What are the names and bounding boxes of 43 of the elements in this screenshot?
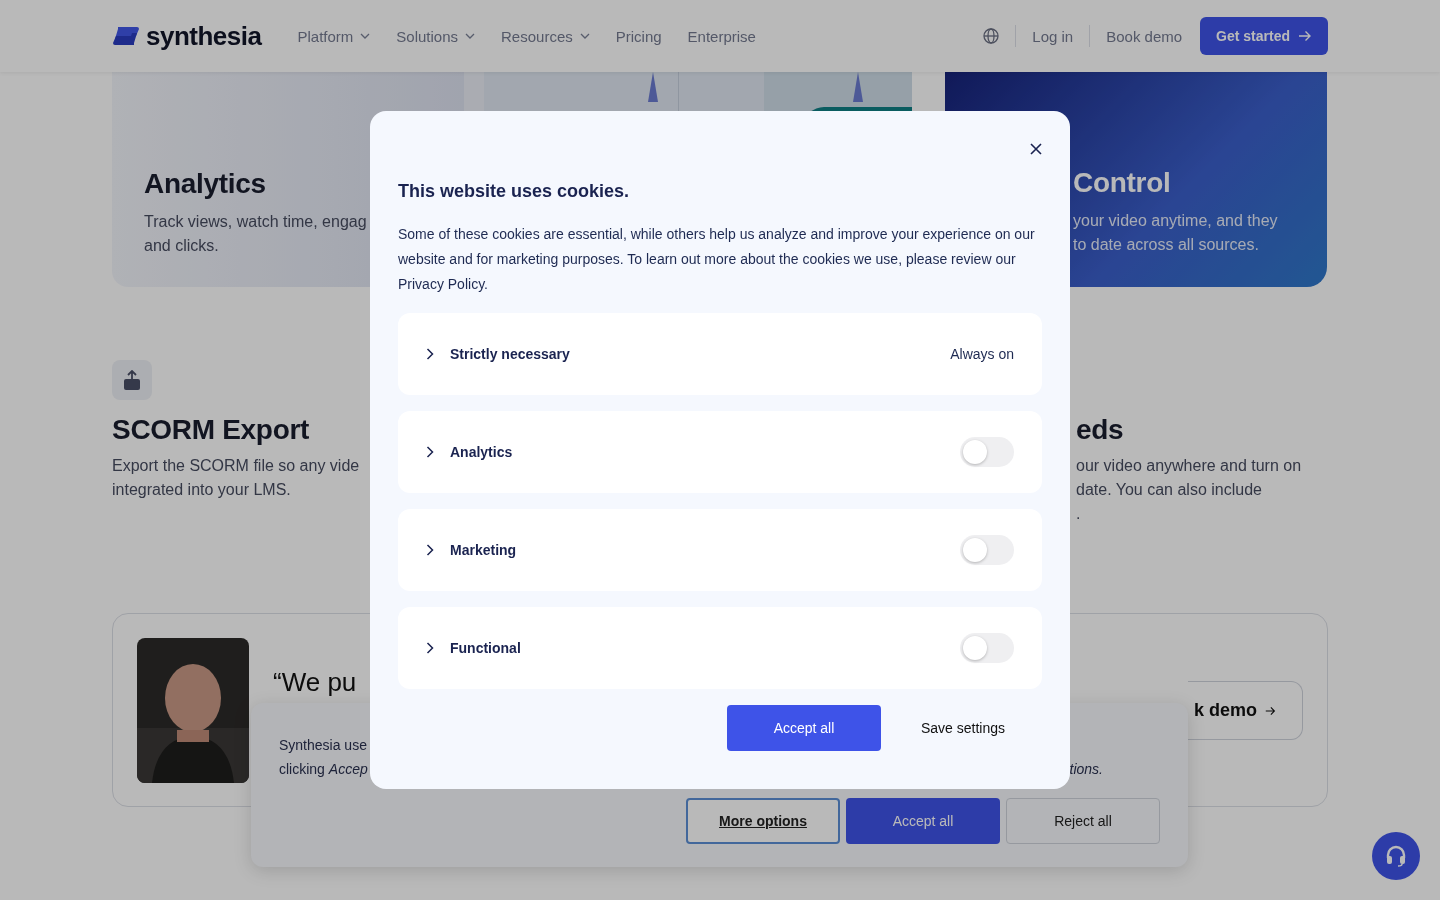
cookie-category[interactable]: Marketing	[398, 509, 1042, 591]
nav-menu[interactable]: Platform	[297, 27, 371, 45]
status-text: Always on	[950, 346, 1014, 362]
cookie-category[interactable]: Strictly necessary Always on	[398, 313, 1042, 395]
save-settings-button[interactable]: Save settings	[921, 720, 1006, 736]
more-options-button[interactable]: More options	[686, 798, 840, 844]
feature-title: SCORM Export	[112, 414, 311, 446]
accept-all-button[interactable]: Accept all	[727, 705, 881, 751]
logo-text[interactable]: synthesia	[146, 20, 262, 52]
category-label: Analytics	[450, 444, 513, 460]
quote-text: “We pu	[273, 667, 357, 697]
cookie-category[interactable]: Analytics	[398, 411, 1042, 493]
login-link[interactable]: Log in	[1032, 27, 1074, 45]
book-demo-button[interactable]: k demo	[1188, 681, 1303, 740]
nav-link[interactable]: Pricing	[615, 27, 662, 45]
card-title: Control	[1073, 167, 1171, 199]
feature-text: .	[1076, 504, 1081, 524]
get-started-button[interactable]: Get started	[1200, 17, 1328, 55]
feature-text: integrated into your LMS.	[112, 480, 291, 500]
banner-text: Synthesia use	[279, 736, 368, 755]
card-title: Analytics	[144, 168, 266, 200]
accept-all-button[interactable]: Accept all	[846, 798, 1000, 844]
nav-menu[interactable]: Resources	[501, 27, 590, 45]
nav-menu[interactable]: Solutions	[396, 27, 476, 45]
category-label: Marketing	[450, 542, 517, 558]
banner-text: tions.	[1069, 760, 1103, 779]
reject-all-button[interactable]: Reject all	[1006, 798, 1160, 844]
card-text: and clicks.	[144, 236, 219, 256]
dialog-text: Some of these cookies are essential, while others help us analyze and improve your experience on our website and for marketing purposes. To learn out more about the cookies we use, please review our Privacy Policy.	[398, 225, 1036, 294]
card-text: Track views, watch time, engag	[144, 212, 367, 232]
card-text: your video anytime, and they	[1073, 211, 1278, 231]
feature-text: date. You can also include	[1076, 480, 1262, 500]
nav-link[interactable]: Enterprise	[687, 27, 756, 45]
book-demo-link[interactable]: Book demo	[1106, 27, 1183, 45]
dialog-title: This website uses cookies.	[398, 181, 631, 202]
card-text: to date across all sources.	[1073, 235, 1259, 255]
feature-text: Export the SCORM file so any vide	[112, 456, 360, 476]
category-label: Strictly necessary	[450, 346, 570, 362]
feature-text: our video anywhere and turn on	[1076, 456, 1302, 476]
banner-text: clicking Accep	[279, 760, 368, 779]
category-label: Functional	[450, 640, 521, 656]
feature-title: eds	[1076, 414, 1125, 446]
cookie-category[interactable]: Functional	[398, 607, 1042, 689]
